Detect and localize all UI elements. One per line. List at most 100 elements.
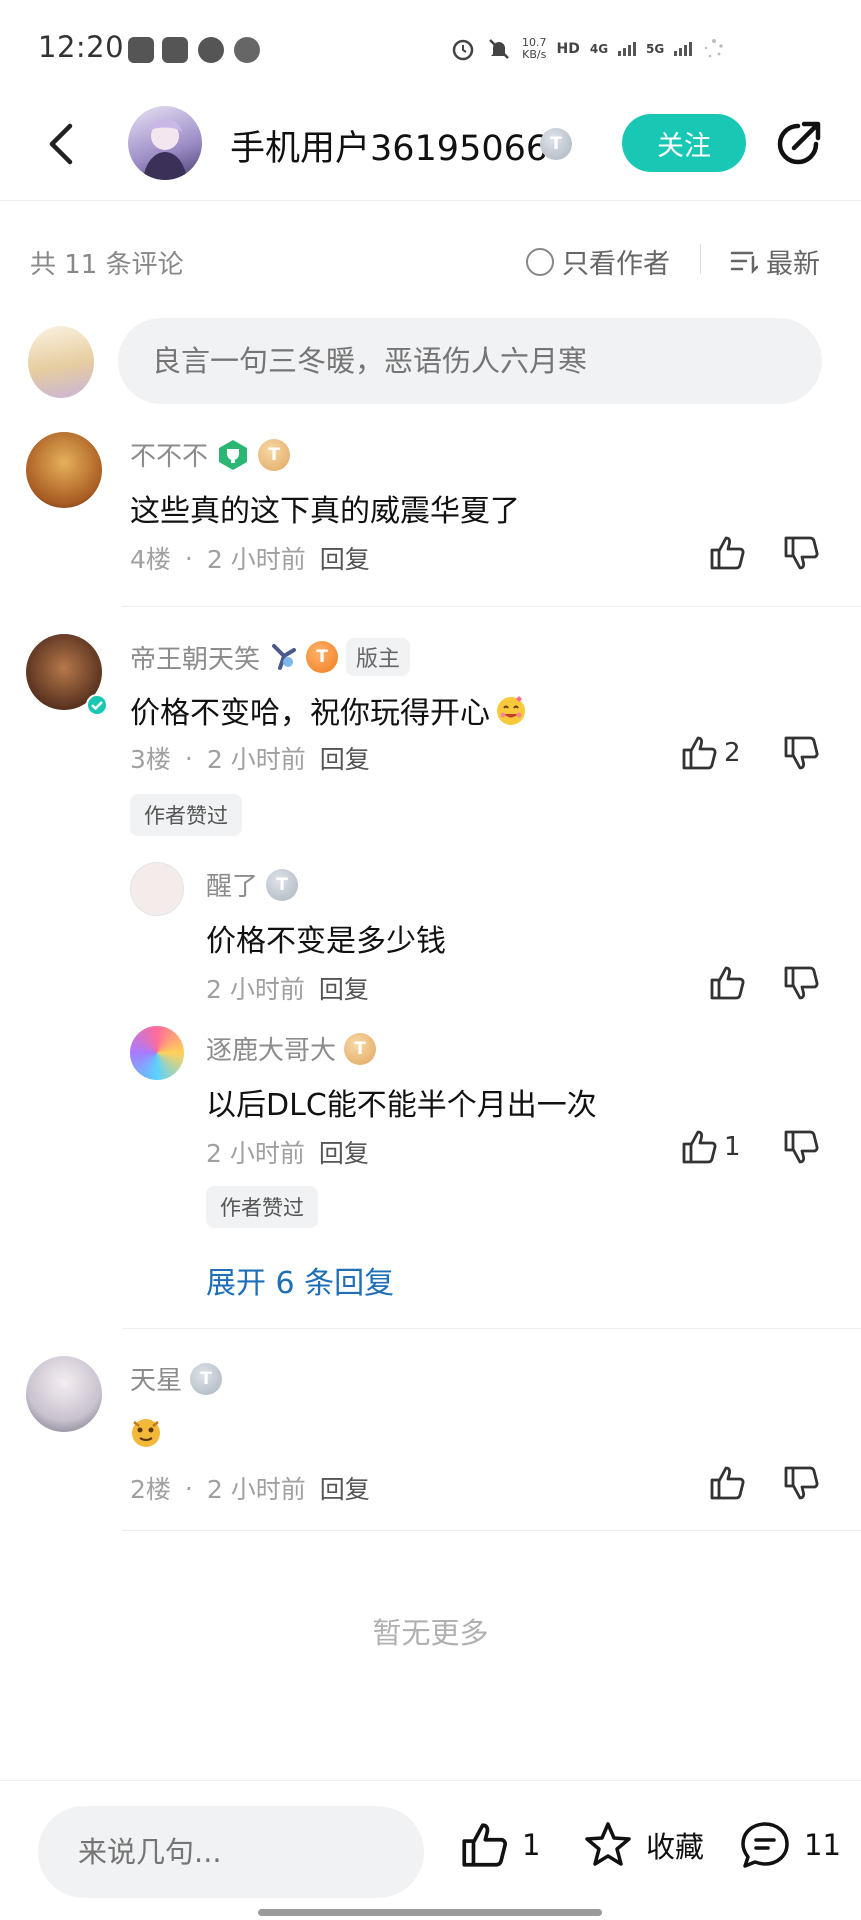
comment-username: 不不不 T [130, 436, 291, 473]
reply-meta: 2 小时前 回复 [206, 970, 369, 1006]
reply-text: 以后DLC能不能半个月出一次 [206, 1088, 597, 1123]
status-time: 12:20 [38, 30, 125, 64]
share-icon[interactable] [772, 118, 824, 170]
verified-icon [86, 694, 108, 716]
comment-time: 2 小时前 [206, 745, 306, 774]
sticker-emoji-icon [132, 1419, 160, 1447]
moderator-badge: 版主 [346, 638, 411, 676]
username-text: 不不不 [130, 442, 209, 472]
username-text: 醒了 [206, 872, 259, 902]
author-name: 手机用户36195066 [230, 129, 549, 169]
reply-time: 2 小时前 [206, 1139, 305, 1168]
comment-time: 2 小时前 [206, 1475, 306, 1504]
like-button[interactable]: 1 [680, 1128, 741, 1166]
author-liked-chip: 作者赞过 [130, 794, 242, 836]
username-text: 天星 [130, 1366, 183, 1396]
reply-button[interactable]: 回复 [319, 970, 369, 1006]
dot-separator: · [184, 543, 193, 573]
comment-bubble-icon [741, 1822, 789, 1868]
thumbs-up-icon [710, 536, 745, 570]
my-avatar [28, 326, 94, 398]
moderator-figure-icon [272, 644, 297, 670]
battery-loading-icon [705, 39, 723, 58]
no-more-text: 暂无更多 [372, 1616, 489, 1650]
like-count: 1 [724, 1132, 741, 1162]
reply-button[interactable]: 回复 [320, 740, 370, 776]
favorite-label: 收藏 [646, 1830, 705, 1864]
tieba-icon [128, 37, 154, 63]
network-5g-label: 5G [646, 42, 665, 56]
author-liked-chip: 作者赞过 [206, 1186, 318, 1228]
thumbs-down-icon[interactable] [782, 964, 820, 1002]
reply-button[interactable]: 回复 [320, 1470, 370, 1506]
alarm-icon [452, 39, 474, 61]
thumbs-up-icon [710, 966, 745, 1000]
comment-time: 2 小时前 [206, 545, 306, 574]
star-icon [585, 1822, 631, 1866]
comment-avatar[interactable] [26, 1356, 102, 1432]
expand-replies-link[interactable]: 展开 6 条回复 [206, 1258, 394, 1302]
signal-icon-2 [674, 42, 693, 56]
follow-button[interactable]: 关注 [622, 114, 746, 172]
like-button[interactable]: 2 [680, 734, 741, 772]
trophy-badge-icon [219, 439, 248, 470]
smile-emoji-icon [497, 696, 525, 725]
network-4g-label: 4G [589, 42, 609, 56]
sort-toggle[interactable]: 最新 [730, 242, 820, 281]
signal-icon-1 [618, 42, 637, 56]
thumbs-down-icon[interactable] [782, 734, 820, 772]
back-arrow-icon[interactable] [44, 122, 76, 166]
net-speed: 10.7 KB/s [522, 36, 547, 61]
post-like-count: 1 [522, 1828, 541, 1862]
user-level-badge: T [306, 641, 339, 673]
like-button[interactable] [708, 964, 746, 1002]
thumbs-down-icon[interactable] [782, 1128, 820, 1166]
bottom-bar-divider [0, 1780, 861, 1781]
comment-divider [122, 606, 861, 607]
sort-icon [730, 251, 758, 274]
user-level-badge: T [266, 868, 299, 901]
comments-button[interactable]: 11 [738, 1820, 841, 1870]
username-text: 逐鹿大哥大 [206, 1036, 337, 1066]
dot-separator: · [184, 1473, 193, 1503]
reply-username: 醒了 T [206, 866, 299, 903]
comment-username: 天星 T [130, 1360, 223, 1397]
user-level-badge: T [190, 1362, 223, 1395]
reply-avatar[interactable] [130, 1026, 184, 1080]
comment-divider [122, 1530, 861, 1531]
home-indicator[interactable] [258, 1909, 602, 1916]
post-like-button[interactable]: 1 [458, 1820, 540, 1870]
thumbs-down-icon[interactable] [782, 534, 820, 572]
sort-label: 最新 [766, 249, 820, 280]
settings-app-icon [234, 37, 260, 63]
reply-text: 价格不变是多少钱 [206, 924, 446, 959]
comment-meta: 2楼 · 2 小时前 回复 [130, 1470, 370, 1506]
favorite-button[interactable]: 收藏 [582, 1820, 704, 1870]
comment-avatar[interactable] [26, 432, 102, 508]
reply-button[interactable]: 回复 [320, 540, 370, 576]
comment-meta: 3楼 · 2 小时前 回复 [130, 740, 370, 776]
comment-text-row: 价格不变哈，祝你玩得开心 [130, 688, 528, 732]
username-text: 帝王朝天笑 [130, 644, 261, 675]
reply-time: 2 小时前 [206, 975, 305, 1004]
user-level-badge: T [258, 438, 291, 471]
only-author-label: 只看作者 [562, 249, 670, 280]
author-avatar[interactable] [128, 106, 202, 180]
thumbs-up-icon [462, 1823, 508, 1867]
only-author-toggle[interactable]: 只看作者 [526, 242, 670, 281]
floor-number: 2楼 [130, 1475, 171, 1504]
comment-input[interactable] [118, 318, 822, 404]
radio-icon [526, 247, 554, 276]
user-level-badge: T [344, 1032, 377, 1065]
weibo-icon [198, 37, 224, 63]
comment-divider [122, 1328, 861, 1329]
filter-separator [700, 244, 701, 274]
like-button[interactable] [708, 534, 746, 572]
bottom-comment-input[interactable] [38, 1806, 424, 1898]
thumbs-down-icon[interactable] [782, 1464, 820, 1502]
status-icons: 10.7 KB/s HD 4G 5G [450, 36, 726, 62]
like-button[interactable] [708, 1464, 746, 1502]
reply-avatar[interactable] [130, 862, 184, 916]
reply-button[interactable]: 回复 [319, 1134, 369, 1170]
mute-bell-icon [489, 39, 509, 59]
